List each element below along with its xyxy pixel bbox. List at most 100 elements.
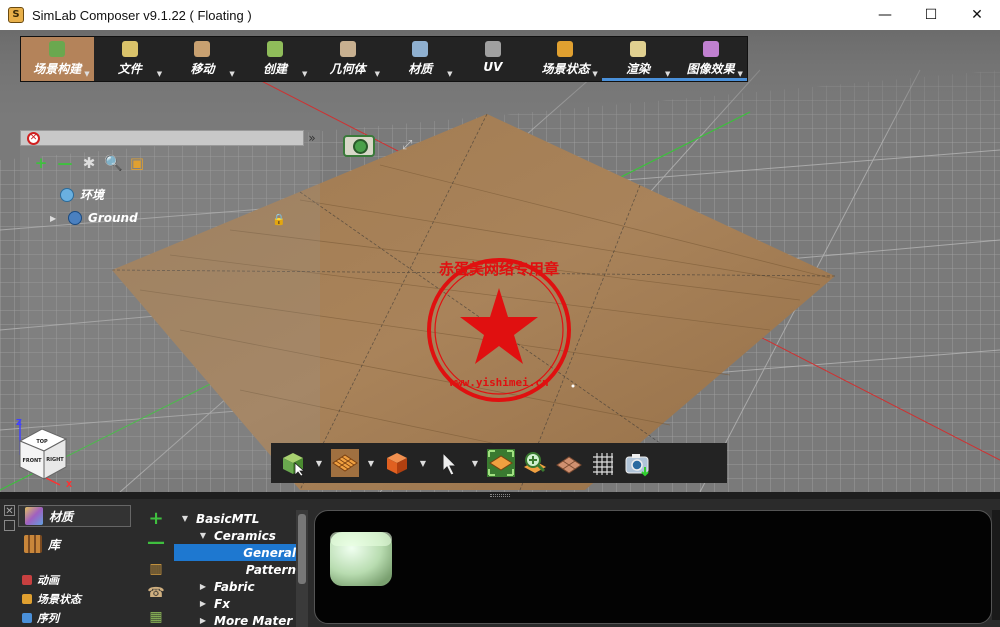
- pointer-button[interactable]: [435, 449, 463, 477]
- material-library-icon[interactable]: ▥: [147, 560, 165, 578]
- zoom-icon[interactable]: 🔍: [104, 154, 123, 172]
- toolbar-tab-8[interactable]: 渲染 ▼: [601, 37, 675, 81]
- dropdown-arrow-icon[interactable]: ▼: [84, 70, 89, 78]
- scrollbar-thumb[interactable]: [298, 514, 306, 584]
- select-material-menu-arrow[interactable]: ▼: [417, 459, 429, 468]
- navigation-cube[interactable]: Z X TOP FRONT RIGHT: [10, 415, 74, 487]
- dropdown-arrow-icon[interactable]: ▼: [447, 70, 452, 78]
- dropdown-arrow-icon[interactable]: ▼: [302, 70, 307, 78]
- select-face-menu-arrow[interactable]: ▼: [365, 459, 377, 468]
- close-button[interactable]: ✕: [954, 0, 1000, 30]
- toolbar-tab-label: 几何体: [329, 62, 366, 76]
- dropdown-arrow-icon[interactable]: ▼: [375, 70, 380, 78]
- tree-node-ground[interactable]: ▶ Ground: [50, 211, 138, 225]
- material-tree-item[interactable]: Pattern: [174, 561, 296, 578]
- toolbar-tab-7[interactable]: 场景状态 ▼: [529, 37, 602, 81]
- file-icon: [121, 41, 138, 57]
- material-settings-icon[interactable]: ☎: [147, 584, 165, 602]
- pointer-menu-arrow[interactable]: ▼: [469, 459, 481, 468]
- material-tree-item[interactable]: ▼ BasicMTL: [174, 510, 296, 527]
- tab-sequence[interactable]: 序列: [22, 610, 59, 626]
- tab-label: 库: [48, 537, 61, 552]
- remove-material-icon[interactable]: —: [147, 534, 165, 552]
- filter-icon[interactable]: ✱: [80, 154, 98, 172]
- lock-icon[interactable]: 🔒: [272, 214, 286, 226]
- expand-arrow-icon[interactable]: ▶: [196, 599, 210, 608]
- toolbar-tab-label: 场景构建: [33, 62, 82, 76]
- tab-label: 材质: [49, 509, 74, 524]
- dropdown-arrow-icon[interactable]: ▼: [229, 70, 234, 78]
- dropdown-arrow-icon[interactable]: ▼: [738, 70, 743, 78]
- select-object-menu-arrow[interactable]: ▼: [313, 459, 325, 468]
- material-tree-item[interactable]: ▶ More Mater: [174, 612, 296, 627]
- material-tree-scrollbar[interactable]: [296, 510, 308, 627]
- material-tree-item[interactable]: General: [174, 544, 296, 561]
- material-icon: [412, 41, 429, 57]
- toolbar-tab-3[interactable]: 创建 ▼: [239, 37, 312, 81]
- material-tree-label: Fx: [214, 596, 230, 611]
- select-material-button[interactable]: [383, 449, 411, 477]
- material-thumbnail[interactable]: [326, 526, 396, 590]
- toolbar-tab-4[interactable]: 几何体 ▼: [311, 37, 384, 81]
- remove-icon[interactable]: —: [56, 154, 74, 172]
- clear-search-icon[interactable]: ✕: [27, 132, 40, 145]
- material-tree-item[interactable]: ▶ Fabric: [174, 578, 296, 595]
- screenshot-camera-button[interactable]: [623, 449, 651, 477]
- ground-plane-button[interactable]: [555, 449, 583, 477]
- splitter-grip[interactable]: [490, 494, 510, 497]
- fit-all-button[interactable]: [487, 449, 515, 477]
- float-panel-icon[interactable]: [4, 520, 15, 531]
- expand-arrow-icon[interactable]: ▶: [196, 616, 210, 625]
- 3d-viewport[interactable]: 赤蛋美网络专用章 www.yishimei.cn 场景构建 ▼ 文件 ▼ 移动 ▼ 创建 ▼ 几…: [0, 30, 1000, 492]
- expand-arrow-icon[interactable]: ▶: [50, 214, 68, 223]
- close-panel-icon[interactable]: ✕: [4, 505, 15, 517]
- scene-tree-search-input[interactable]: ✕: [20, 130, 304, 146]
- watermark-subtext: www.yishimei.cn: [449, 376, 548, 389]
- toolbar-tab-5[interactable]: 材质 ▼: [384, 37, 457, 81]
- maximize-button[interactable]: ☐: [908, 0, 954, 30]
- tab-materials[interactable]: 材质: [18, 505, 131, 527]
- toolbar-tab-label: 渲染: [626, 62, 651, 76]
- tab-library[interactable]: 库: [18, 533, 131, 555]
- toolbar-tab-label: 场景状态: [541, 62, 590, 76]
- window-title: SimLab Composer v9.1.22 ( Floating ): [32, 7, 252, 23]
- material-grid-icon[interactable]: ▦: [147, 608, 165, 626]
- expand-arrow-icon[interactable]: ▶: [196, 582, 210, 591]
- link-icon[interactable]: ⤢: [402, 138, 418, 154]
- grid-button[interactable]: [589, 449, 617, 477]
- panel-splitter[interactable]: [0, 492, 1000, 499]
- expand-arrow-icon[interactable]: ▼: [196, 531, 210, 540]
- select-object-button[interactable]: [279, 449, 307, 477]
- tab-animation[interactable]: 动画: [22, 572, 59, 588]
- add-icon[interactable]: +: [32, 154, 50, 172]
- toolbar-tab-1[interactable]: 文件 ▼: [94, 37, 167, 81]
- tree-node-environment[interactable]: 环境: [46, 186, 104, 203]
- collapse-panel-icon[interactable]: »: [304, 130, 320, 146]
- dropdown-arrow-icon[interactable]: ▼: [157, 70, 162, 78]
- move-icon: [194, 41, 211, 57]
- group-icon[interactable]: ▣: [128, 154, 146, 172]
- watermark-text: 赤蛋美网络专用章: [439, 260, 559, 278]
- material-tree-item[interactable]: ▼ Ceramics: [174, 527, 296, 544]
- zoom-selected-button[interactable]: [521, 449, 549, 477]
- tab-scene-states[interactable]: 场景状态: [22, 591, 81, 607]
- tree-node-label: 环境: [80, 188, 105, 202]
- toolbar-tab-0[interactable]: 场景构建 ▼: [21, 37, 94, 81]
- camera-icon[interactable]: [343, 135, 375, 157]
- expand-arrow-icon[interactable]: ▼: [178, 514, 192, 523]
- title-bar: S SimLab Composer v9.1.22 ( Floating ) —…: [0, 0, 1000, 30]
- dropdown-arrow-icon[interactable]: ▼: [592, 70, 597, 78]
- toolbar-tab-6[interactable]: UV: [457, 37, 530, 81]
- dropdown-arrow-icon[interactable]: ▼: [665, 70, 670, 78]
- toolbar-tab-9[interactable]: 图像效果 ▼: [674, 37, 747, 81]
- material-preview-area[interactable]: [314, 510, 992, 624]
- select-face-button[interactable]: [331, 449, 359, 477]
- simlab-logo-icon: S: [8, 7, 24, 23]
- toolbar-tab-2[interactable]: 移动 ▼: [166, 37, 239, 81]
- toolbar-tab-label: 文件: [117, 62, 142, 76]
- panel-side-tabs: 材质 库 动画 场景状态 序列: [18, 501, 133, 625]
- add-material-icon[interactable]: +: [147, 510, 165, 528]
- material-tree-item[interactable]: ▶ Fx: [174, 595, 296, 612]
- material-tree-label: Ceramics: [214, 528, 276, 543]
- minimize-button[interactable]: —: [862, 0, 908, 30]
